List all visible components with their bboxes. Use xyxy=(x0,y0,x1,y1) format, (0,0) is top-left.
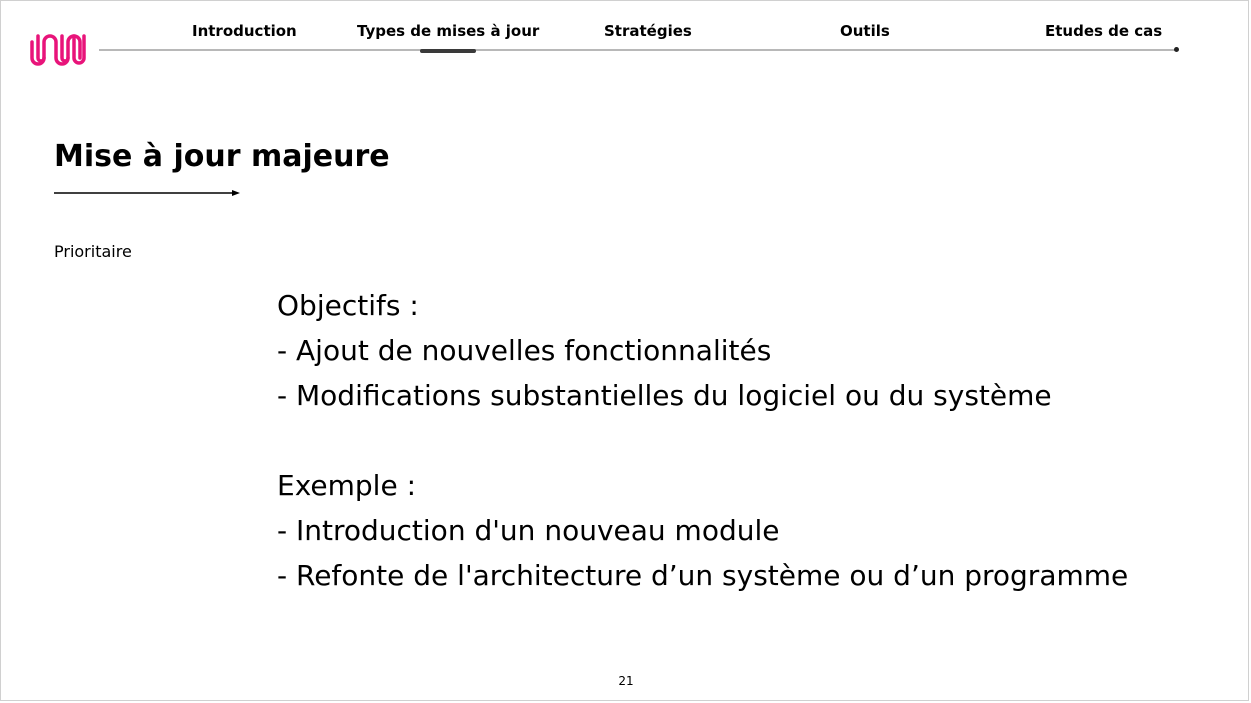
nav-item-types-de-mises-a-jour[interactable]: Types de mises à jour xyxy=(357,22,539,53)
objectives-heading: Objectifs : xyxy=(277,289,419,322)
nav-item-introduction[interactable]: Introduction xyxy=(192,22,297,40)
slide-content: Objectifs : - Ajout de nouvelles fonctio… xyxy=(277,283,1128,598)
slide: Introduction Types de mises à jour Strat… xyxy=(0,0,1249,701)
example-item: - Refonte de l'architecture d’un système… xyxy=(277,559,1129,592)
wavy-logo-icon xyxy=(30,34,86,66)
objective-item: - Ajout de nouvelles fonctionnalités xyxy=(277,334,772,367)
nav-item-etudes-de-cas[interactable]: Etudes de cas xyxy=(1045,22,1162,40)
page-number: 21 xyxy=(618,674,634,688)
nav-end-dot xyxy=(1174,47,1179,52)
nav-item-strategies[interactable]: Stratégies xyxy=(604,22,692,40)
nav-divider xyxy=(99,49,1177,51)
arrow-right-icon xyxy=(54,190,240,196)
slide-title: Mise à jour majeure xyxy=(54,139,390,174)
nav-item-outils[interactable]: Outils xyxy=(840,22,890,40)
examples-heading: Exemple : xyxy=(277,469,417,502)
priority-tag: Prioritaire xyxy=(54,242,132,261)
objective-item: - Modifications substantielles du logici… xyxy=(277,379,1052,412)
example-item: - Introduction d'un nouveau module xyxy=(277,514,780,547)
